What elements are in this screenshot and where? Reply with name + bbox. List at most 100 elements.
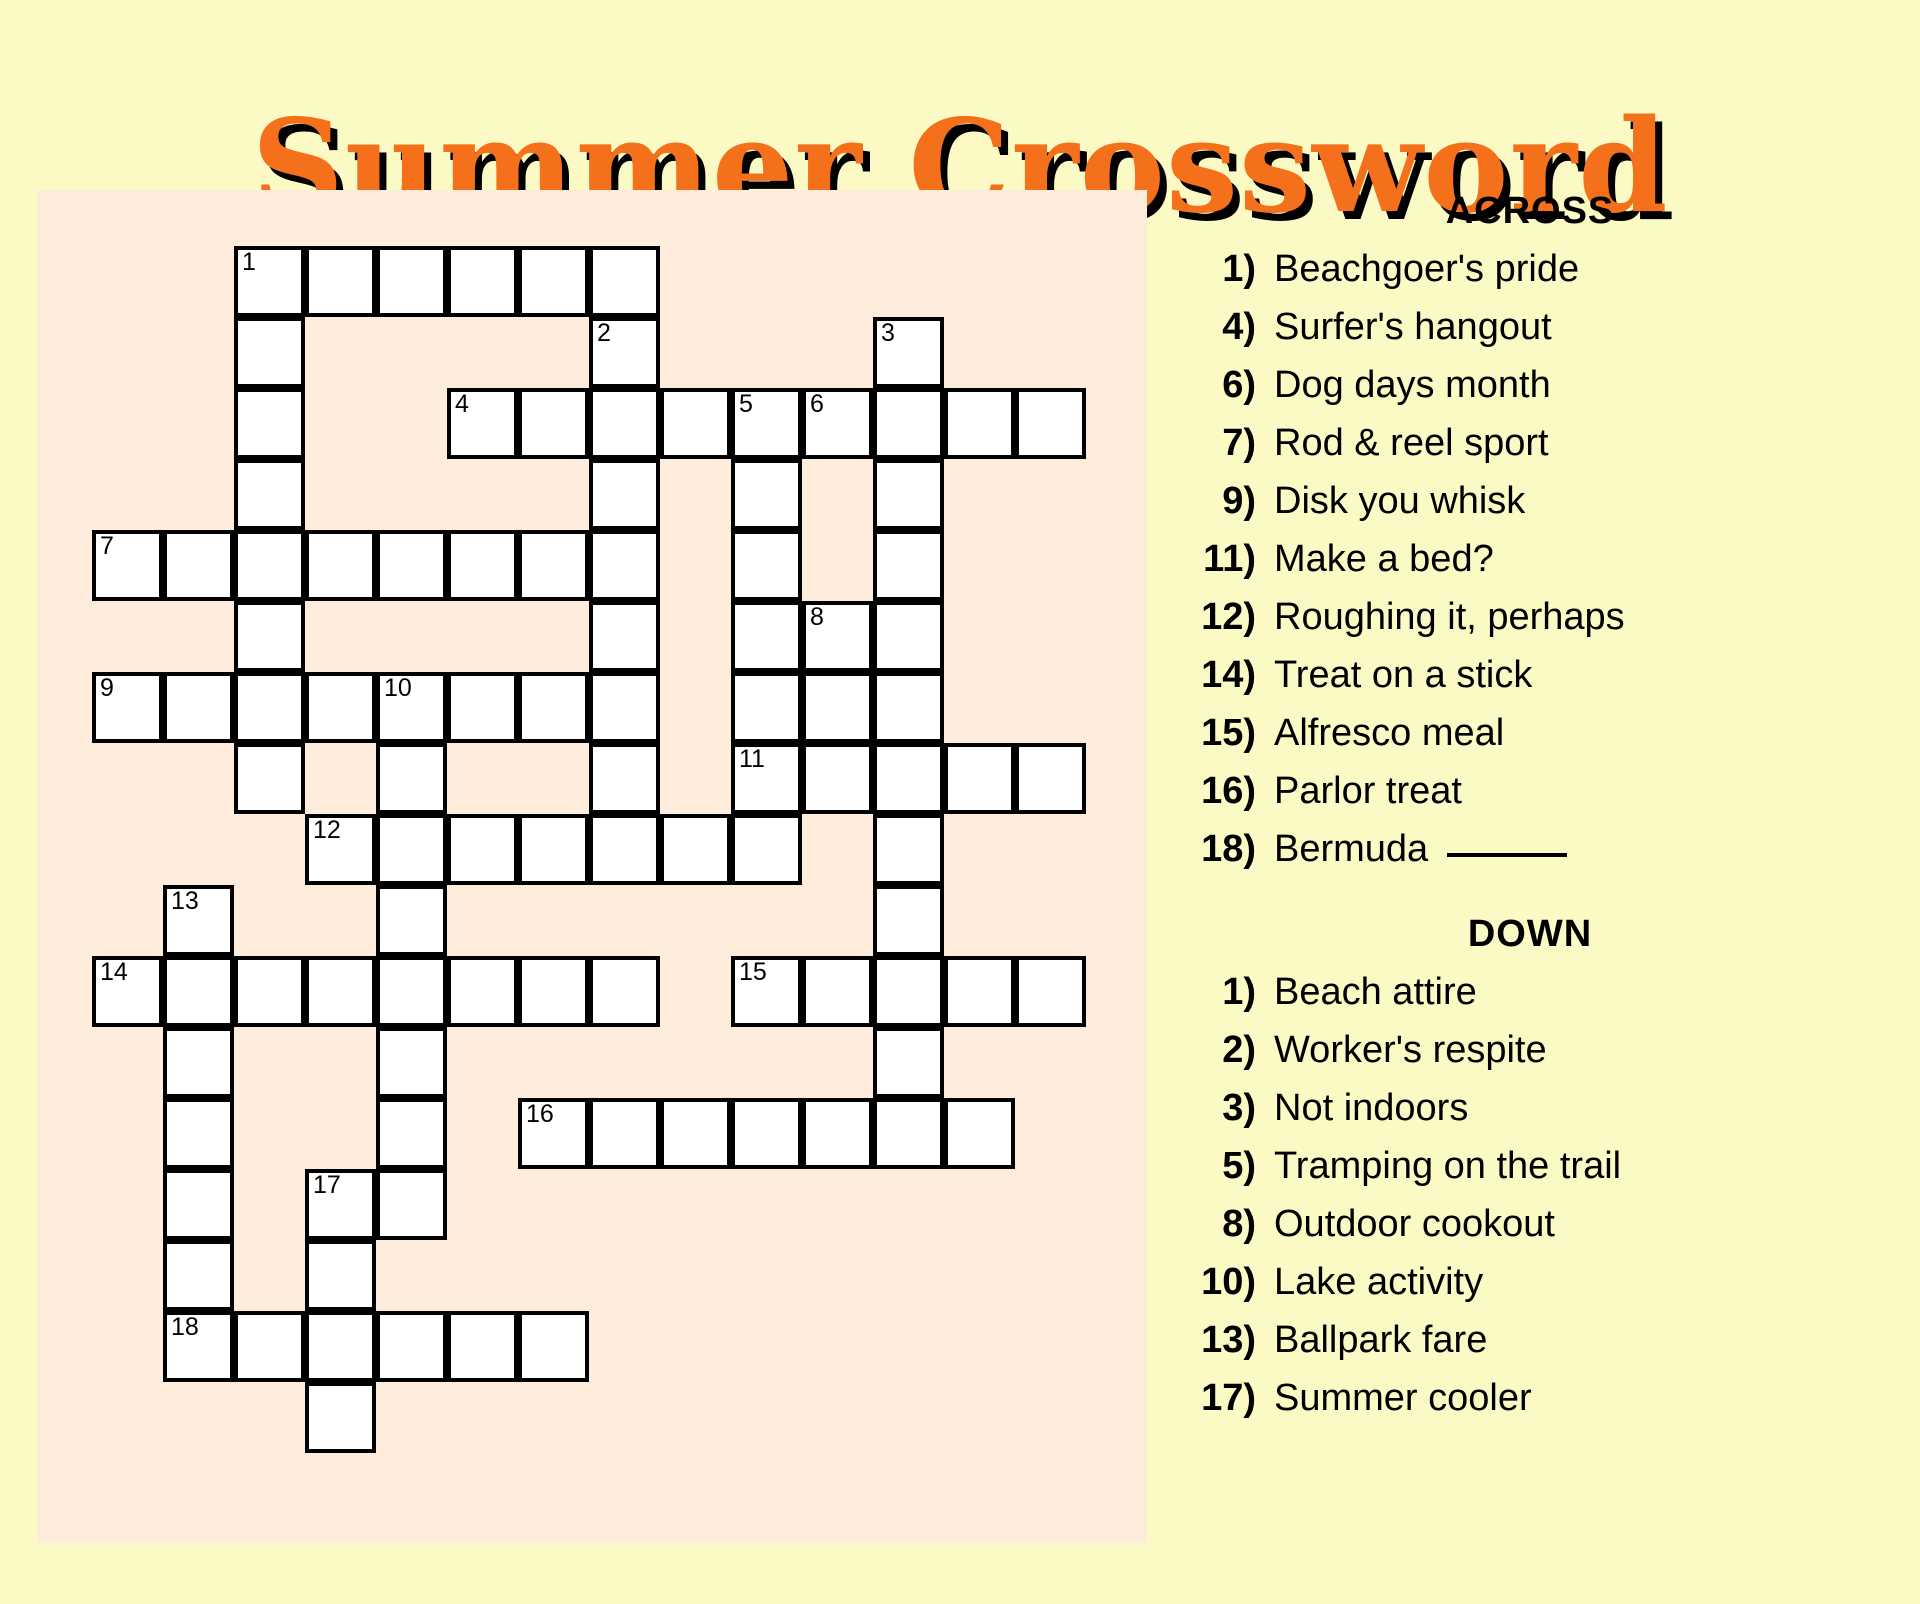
- grid-cell-7[interactable]: 7: [92, 530, 163, 601]
- grid-cell[interactable]: [873, 530, 944, 601]
- grid-cell[interactable]: [1015, 743, 1086, 814]
- grid-cell[interactable]: [873, 1098, 944, 1169]
- grid-cell[interactable]: [518, 814, 589, 885]
- across-clue-14[interactable]: 14) Treat on a stick: [1160, 653, 1900, 697]
- grid-cell[interactable]: [944, 1098, 1015, 1169]
- grid-cell[interactable]: [731, 601, 802, 672]
- grid-cell[interactable]: [944, 743, 1015, 814]
- grid-cell[interactable]: [376, 530, 447, 601]
- grid-cell[interactable]: [447, 672, 518, 743]
- grid-cell[interactable]: [163, 1240, 234, 1311]
- grid-cell[interactable]: [589, 672, 660, 743]
- grid-cell[interactable]: [944, 956, 1015, 1027]
- grid-cell[interactable]: [447, 956, 518, 1027]
- grid-cell[interactable]: [234, 601, 305, 672]
- grid-cell[interactable]: [873, 1027, 944, 1098]
- grid-cell-17[interactable]: 17: [305, 1169, 376, 1240]
- across-clue-15[interactable]: 15) Alfresco meal: [1160, 711, 1900, 755]
- grid-cell-14[interactable]: 14: [92, 956, 163, 1027]
- across-clue-7[interactable]: 7) Rod & reel sport: [1160, 421, 1900, 465]
- grid-cell[interactable]: [731, 814, 802, 885]
- grid-cell[interactable]: [873, 885, 944, 956]
- grid-cell-8[interactable]: 8: [802, 601, 873, 672]
- grid-cell[interactable]: [518, 672, 589, 743]
- grid-cell[interactable]: [731, 1098, 802, 1169]
- grid-cell-9[interactable]: 9: [92, 672, 163, 743]
- grid-cell[interactable]: [660, 814, 731, 885]
- across-clue-18[interactable]: 18) Bermuda: [1160, 827, 1900, 871]
- grid-cell-11[interactable]: 11: [731, 743, 802, 814]
- grid-cell[interactable]: [802, 956, 873, 1027]
- grid-cell[interactable]: [873, 388, 944, 459]
- across-clue-4[interactable]: 4) Surfer's hangout: [1160, 305, 1900, 349]
- grid-cell[interactable]: [447, 246, 518, 317]
- grid-cell[interactable]: [802, 672, 873, 743]
- grid-cell[interactable]: [873, 743, 944, 814]
- grid-cell[interactable]: [376, 1027, 447, 1098]
- grid-cell[interactable]: [589, 601, 660, 672]
- grid-cell[interactable]: [802, 743, 873, 814]
- grid-cell[interactable]: [305, 672, 376, 743]
- grid-cell[interactable]: [305, 1240, 376, 1311]
- grid-cell[interactable]: [589, 388, 660, 459]
- grid-cell[interactable]: [660, 1098, 731, 1169]
- grid-cell[interactable]: [163, 1169, 234, 1240]
- grid-cell[interactable]: [518, 956, 589, 1027]
- grid-cell[interactable]: [234, 743, 305, 814]
- grid-cell[interactable]: [589, 743, 660, 814]
- grid-cell[interactable]: [731, 459, 802, 530]
- grid-cell-5[interactable]: 5: [731, 388, 802, 459]
- grid-cell[interactable]: [163, 530, 234, 601]
- grid-cell[interactable]: [376, 885, 447, 956]
- grid-cell-13[interactable]: 13: [163, 885, 234, 956]
- grid-cell[interactable]: [376, 743, 447, 814]
- grid-cell[interactable]: [234, 530, 305, 601]
- across-clue-12[interactable]: 12) Roughing it, perhaps: [1160, 595, 1900, 639]
- grid-cell[interactable]: [305, 1382, 376, 1453]
- grid-cell[interactable]: [234, 459, 305, 530]
- grid-cell[interactable]: [589, 956, 660, 1027]
- grid-cell[interactable]: [518, 246, 589, 317]
- down-clue-5[interactable]: 5) Tramping on the trail: [1160, 1144, 1900, 1188]
- grid-cell[interactable]: [305, 246, 376, 317]
- grid-cell-15[interactable]: 15: [731, 956, 802, 1027]
- grid-cell[interactable]: [447, 530, 518, 601]
- grid-cell[interactable]: [660, 388, 731, 459]
- grid-cell[interactable]: [376, 246, 447, 317]
- crossword-grid[interactable]: 1 2 3 4 5 6 7 8 9 10 11 12 13 14 15 16 17 18: [37, 190, 1147, 1543]
- grid-cell[interactable]: [518, 388, 589, 459]
- across-clue-1[interactable]: 1) Beachgoer's pride: [1160, 247, 1900, 291]
- grid-cell[interactable]: [518, 1311, 589, 1382]
- grid-cell[interactable]: [305, 956, 376, 1027]
- grid-cell[interactable]: [447, 814, 518, 885]
- grid-cell[interactable]: [305, 530, 376, 601]
- grid-cell-16[interactable]: 16: [518, 1098, 589, 1169]
- grid-cell[interactable]: [163, 956, 234, 1027]
- grid-cell[interactable]: [376, 956, 447, 1027]
- across-clue-6[interactable]: 6) Dog days month: [1160, 363, 1900, 407]
- down-clue-10[interactable]: 10) Lake activity: [1160, 1260, 1900, 1304]
- grid-cell[interactable]: [163, 1027, 234, 1098]
- grid-cell[interactable]: [234, 388, 305, 459]
- grid-cell[interactable]: [1015, 956, 1086, 1027]
- grid-cell[interactable]: [944, 388, 1015, 459]
- grid-cell[interactable]: [873, 672, 944, 743]
- grid-cell-2[interactable]: 2: [589, 317, 660, 388]
- grid-cell[interactable]: [447, 1311, 518, 1382]
- grid-cell[interactable]: [731, 530, 802, 601]
- grid-cell-18[interactable]: 18: [163, 1311, 234, 1382]
- grid-cell[interactable]: [589, 814, 660, 885]
- grid-cell[interactable]: [589, 246, 660, 317]
- grid-cell-12[interactable]: 12: [305, 814, 376, 885]
- grid-cell[interactable]: [802, 1098, 873, 1169]
- grid-cell-10[interactable]: 10: [376, 672, 447, 743]
- grid-cell[interactable]: [163, 672, 234, 743]
- grid-cell[interactable]: [873, 459, 944, 530]
- down-clue-17[interactable]: 17) Summer cooler: [1160, 1376, 1900, 1420]
- grid-cell[interactable]: [376, 1098, 447, 1169]
- grid-cell[interactable]: [234, 672, 305, 743]
- grid-cell[interactable]: [589, 1098, 660, 1169]
- grid-cell-1[interactable]: 1: [234, 246, 305, 317]
- down-clue-8[interactable]: 8) Outdoor cookout: [1160, 1202, 1900, 1246]
- grid-cell[interactable]: [518, 530, 589, 601]
